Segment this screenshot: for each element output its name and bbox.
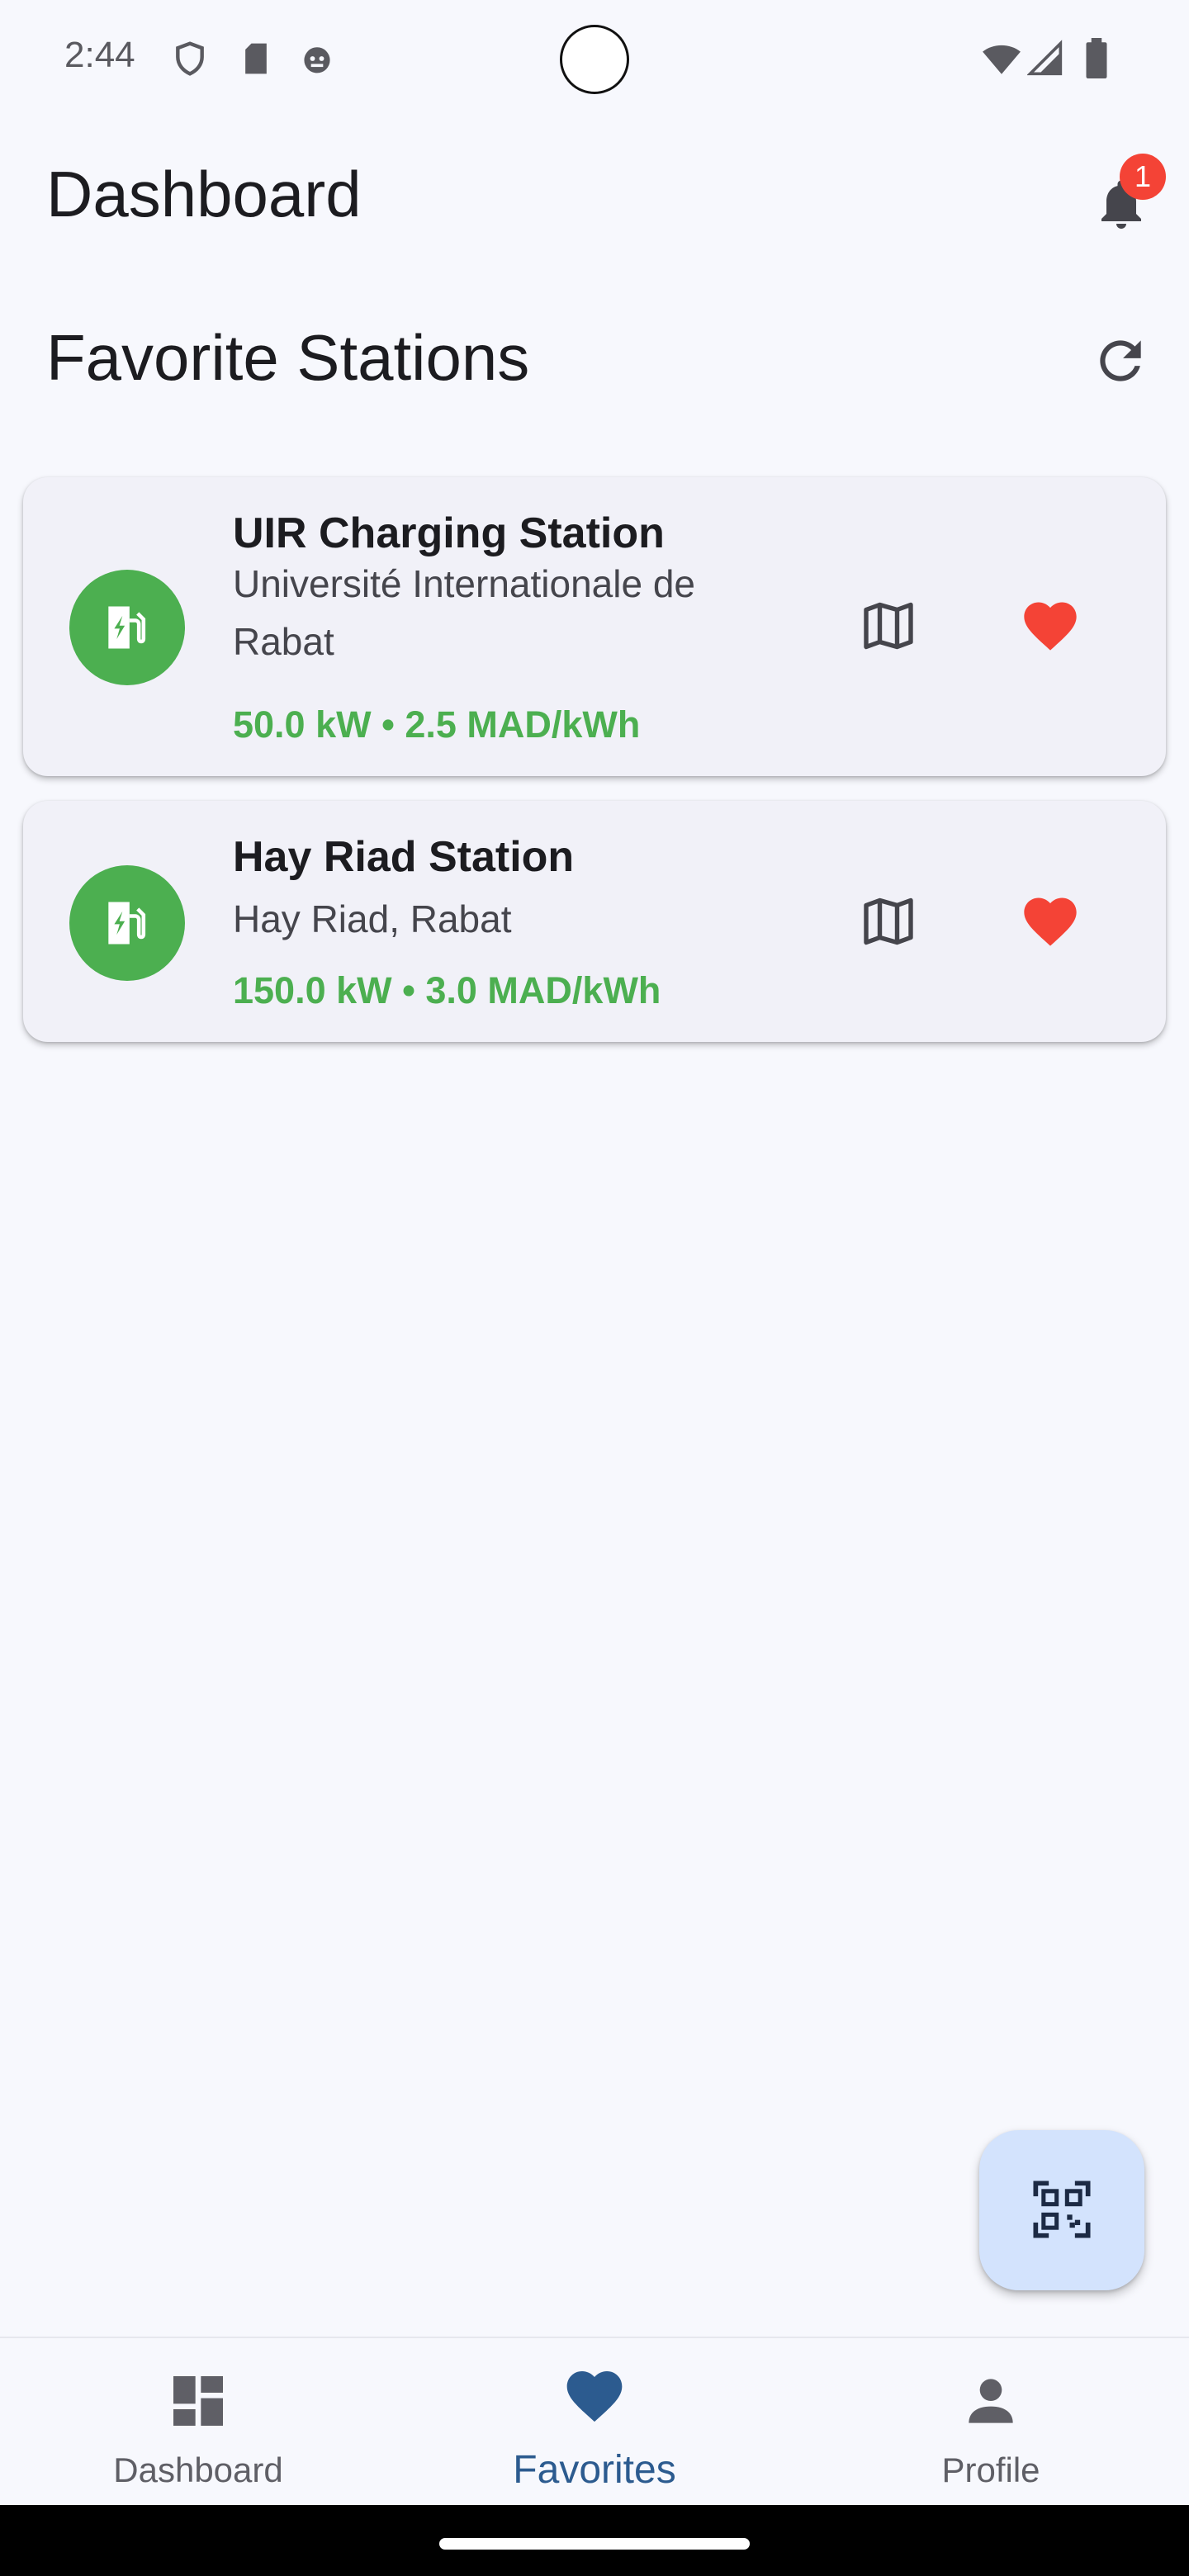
heart-icon [1024,897,1077,946]
person-icon [969,2379,1013,2423]
nav-item-favorites[interactable]: Favorites [396,2338,793,2507]
sd-card-icon [245,43,267,74]
camera-cutout [560,25,629,94]
dashboard-icon [173,2376,223,2426]
status-bar: 2:44 [0,0,1189,124]
nav-label: Favorites [513,2448,676,2492]
cellular-signal-icon [1027,40,1063,76]
station-avatar [69,865,185,981]
robot-icon [304,47,330,73]
station-card[interactable]: UIR Charging Station Université Internat… [23,477,1166,776]
map-icon [864,602,913,650]
refresh-icon[interactable] [1090,330,1151,391]
shield-icon [176,41,204,76]
battery-icon [1086,38,1107,78]
ev-station-icon [108,902,146,945]
nav-item-profile[interactable]: Profile [793,2338,1189,2507]
nav-item-dashboard[interactable]: Dashboard [0,2338,396,2507]
station-address: Hay Riad, Rabat [233,897,512,940]
map-icon [864,897,913,945]
view-on-map-button[interactable] [849,882,928,961]
page-title: Dashboard [46,158,362,230]
section-title: Favorite Stations [46,321,530,394]
station-card[interactable]: Hay Riad Station Hay Riad, Rabat 150.0 k… [23,801,1166,1042]
station-name: Hay Riad Station [233,833,575,881]
nav-label: Dashboard [113,2451,283,2489]
bottom-navigation: Dashboard Favorites Profile [0,2337,1189,2507]
scan-qr-fab[interactable] [979,2130,1144,2290]
home-gesture-handle[interactable] [439,2538,750,2550]
notification-badge: 1 [1120,154,1166,200]
heart-icon [566,2371,623,2422]
nav-label: Profile [941,2451,1040,2489]
status-time: 2:44 [64,35,135,75]
qr-scanner-icon [1033,2181,1091,2238]
view-on-map-button[interactable] [849,586,928,665]
wifi-icon [983,45,1021,74]
ev-station-icon [108,606,146,649]
system-gesture-bar [0,2505,1189,2576]
station-name: UIR Charging Station [233,509,665,557]
favorite-toggle-button[interactable] [1011,586,1090,665]
favorite-toggle-button[interactable] [1011,882,1090,961]
station-power-price: 150.0 kW • 3.0 MAD/kWh [233,969,661,1011]
station-address: Université Internationale de Rabat [233,562,695,663]
heart-icon [1024,602,1077,651]
station-power-price: 50.0 kW • 2.5 MAD/kWh [233,703,641,746]
station-avatar [69,570,185,685]
